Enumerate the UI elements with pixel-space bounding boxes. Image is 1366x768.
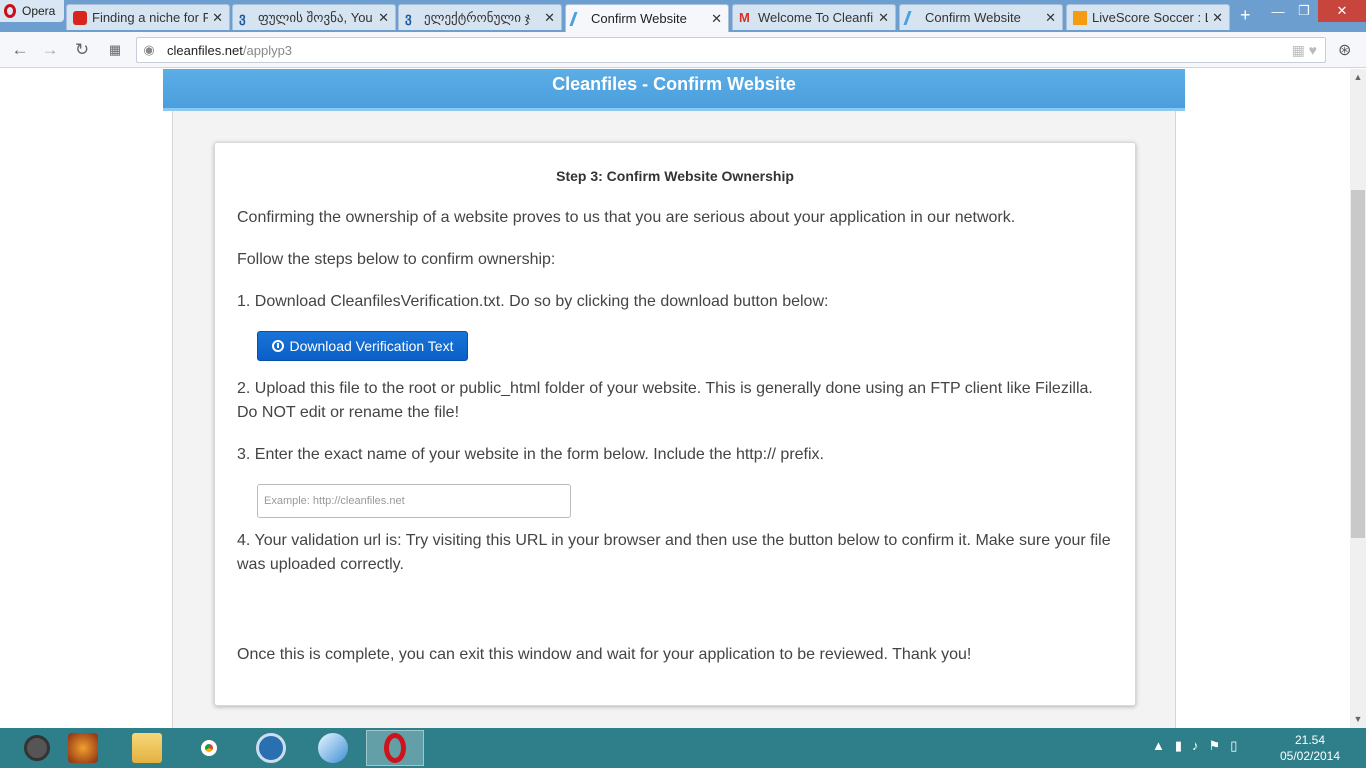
step1-text: 1. Download CleanfilesVerification.txt. …	[237, 293, 829, 310]
intro-text: Confirming the ownership of a website pr…	[237, 209, 1016, 226]
action-center-flag-icon[interactable]: ⚑	[1209, 738, 1221, 754]
cleanfiles-icon	[903, 10, 923, 25]
gmail-icon: M	[739, 9, 750, 25]
bird-app-icon	[318, 733, 348, 763]
scrollbar-thumb[interactable]	[1351, 190, 1365, 538]
file-explorer-icon	[132, 733, 162, 763]
system-tray: ▲ ▮ ♪ ⚑ ▯	[1152, 738, 1237, 754]
new-tab-plus-icon[interactable]: +	[1240, 5, 1251, 26]
tab-georgian-2[interactable]: ვ ელექტრონული ჯ ✕	[398, 4, 562, 30]
cleanfiles-icon	[569, 11, 589, 26]
close-icon[interactable]: ✕	[1212, 10, 1223, 26]
download-verification-button[interactable]: Download Verification Text	[257, 331, 468, 361]
tab-title: Welcome To Cleanfil	[758, 10, 875, 25]
tab-confirm-website[interactable]: Confirm Website ✕	[899, 4, 1063, 30]
close-icon[interactable]: ✕	[878, 10, 889, 26]
step2-text: 2. Upload this file to the root or publi…	[237, 380, 1093, 421]
system-clock[interactable]: 21.54 05/02/2014	[1278, 732, 1342, 764]
tab-bar: Opera Finding a niche for PR ✕ ვ ფულის შ…	[0, 0, 1366, 32]
url-domain: cleanfiles.net	[167, 42, 243, 58]
minimize-icon[interactable]: —	[1266, 0, 1290, 22]
opera-icon	[384, 733, 406, 763]
close-icon[interactable]: ✕	[711, 11, 722, 27]
opera-menu-button[interactable]: Opera	[0, 0, 64, 22]
closing-text: Once this is complete, you can exit this…	[237, 646, 972, 663]
georgian-site-icon: ვ	[405, 9, 412, 25]
scroll-down-arrow-icon[interactable]: ▼	[1350, 714, 1366, 724]
opera-menu-label: Opera	[22, 4, 56, 18]
address-bar[interactable]: ◉ cleanfiles.net/applyp3 ▦ ♥	[136, 37, 1326, 63]
network-signal-icon[interactable]: ▮	[1175, 738, 1182, 754]
tab-title: Finding a niche for PR	[92, 10, 209, 25]
url-path: /applyp3	[242, 42, 293, 58]
tab-title: Confirm Website	[925, 10, 1021, 25]
website-url-input[interactable]	[257, 484, 571, 518]
show-hidden-icons-icon[interactable]: ▲	[1152, 738, 1165, 754]
taskbar-chrome-app[interactable]	[180, 730, 238, 766]
tab-title: LiveScore Soccer : Liv	[1092, 10, 1208, 25]
tab-title: ელექტრონული ჯ	[424, 9, 531, 25]
step-title: Step 3: Confirm Website Ownership	[556, 168, 794, 184]
step4-text: 4. Your validation url is: Try visiting …	[237, 532, 1111, 573]
taskbar-opera-app[interactable]	[366, 730, 424, 766]
tab-confirm-website-active[interactable]: Confirm Website ✕	[565, 4, 729, 32]
clock-date: 05/02/2014	[1279, 749, 1341, 763]
forward-arrow-icon[interactable]: →	[40, 40, 60, 60]
close-icon[interactable]: ✕	[544, 10, 555, 26]
livescore-icon	[1073, 10, 1087, 25]
tab-georgian-1[interactable]: ვ ფულის შოვნა, You ✕	[232, 4, 396, 30]
sync-icon	[24, 735, 50, 761]
tab-youtube[interactable]: Finding a niche for PR ✕	[66, 4, 230, 30]
browser-icon	[256, 733, 286, 763]
taskbar-game-app[interactable]	[54, 730, 112, 766]
back-arrow-icon[interactable]: ←	[10, 40, 30, 60]
page-header: Cleanfiles - Confirm Website	[163, 69, 1185, 111]
window-close-icon[interactable]: ✕	[1318, 0, 1366, 22]
tab-title: Confirm Website	[591, 11, 687, 26]
taskbar-bird-app[interactable]	[304, 730, 362, 766]
follow-text: Follow the steps below to confirm owners…	[237, 251, 556, 268]
downloads-icon[interactable]: ⊛	[1338, 40, 1351, 60]
tab-livescore[interactable]: LiveScore Soccer : Liv ✕	[1066, 4, 1230, 30]
close-icon[interactable]: ✕	[212, 10, 223, 26]
georgian-site-icon: ვ	[239, 9, 246, 25]
tab-gmail[interactable]: M Welcome To Cleanfil ✕	[732, 4, 896, 30]
game-icon	[68, 733, 98, 763]
reload-icon[interactable]: ↻	[72, 40, 92, 60]
site-info-icon[interactable]: ◉	[137, 42, 161, 58]
taskbar-explorer-app[interactable]	[118, 730, 176, 766]
download-icon	[271, 340, 284, 352]
tab-title: ფულის შოვნა, You	[258, 9, 373, 25]
windows-taskbar: ▲ ▮ ♪ ⚑ ▯ 21.54 05/02/2014	[0, 728, 1366, 768]
taskbar-browser-app[interactable]	[242, 730, 300, 766]
bookmark-heart-icon[interactable]: ▦ ♥	[1292, 42, 1317, 59]
restore-icon[interactable]: ❐	[1292, 0, 1316, 22]
clock-time: 21.54	[1294, 733, 1326, 747]
youtube-icon	[73, 10, 87, 25]
page-viewport: Cleanfiles - Confirm Website Step 3: Con…	[0, 69, 1350, 728]
step3-text: 3. Enter the exact name of your website …	[237, 446, 824, 463]
close-icon[interactable]: ✕	[378, 10, 389, 26]
opera-logo-icon	[4, 4, 16, 18]
scroll-up-arrow-icon[interactable]: ▲	[1350, 72, 1366, 82]
battery-icon[interactable]: ▯	[1230, 738, 1237, 754]
page-title: Cleanfiles - Confirm Website	[552, 74, 796, 94]
download-button-label: Download Verification Text	[289, 338, 454, 354]
chrome-icon	[194, 733, 224, 763]
confirm-card: Step 3: Confirm Website Ownership Confir…	[214, 142, 1136, 706]
browser-toolbar: ← → ↻ ▦ ◉ cleanfiles.net/applyp3 ▦ ♥ ⊛	[0, 32, 1366, 68]
speed-dial-grid-icon[interactable]: ▦	[105, 40, 125, 60]
volume-icon[interactable]: ♪	[1192, 738, 1199, 754]
close-icon[interactable]: ✕	[1045, 10, 1056, 26]
